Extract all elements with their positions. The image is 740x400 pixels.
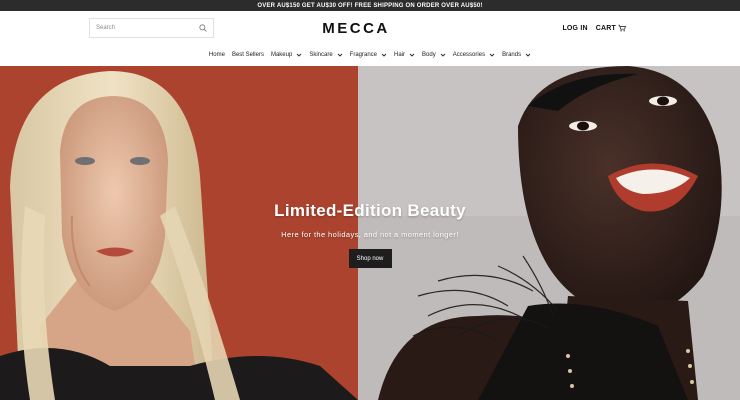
nav-item-accessories[interactable]: Accessories [453,52,495,58]
search-input[interactable]: Search [89,18,214,38]
nav-item-label: Skincare [309,52,333,58]
nav-item-skincare[interactable]: Skincare [309,52,342,58]
cart-link[interactable]: CART [596,24,626,32]
shop-now-button[interactable]: Shop now [348,249,392,268]
chevron-down-icon [525,52,531,58]
site-header: Search MECCA LOG IN CART Home Best Selle… [0,11,740,66]
cart-icon [618,24,626,32]
login-link[interactable]: LOG IN [562,25,587,32]
chevron-down-icon [337,52,343,58]
model-portrait-right [358,66,740,400]
nav-item-home[interactable]: Home [209,52,225,58]
nav-item-label: Best Sellers [231,52,264,58]
nav-item-fragrance[interactable]: Fragrance [350,52,387,58]
nav-item-makeup[interactable]: Makeup [271,52,302,58]
nav-item-body[interactable]: Body [422,52,446,58]
nav-item-label: Body [422,52,436,58]
brand-logo[interactable]: MECCA [310,18,402,38]
chevron-down-icon [296,52,302,58]
hero-banner: Limited-Edition Beauty Here for the holi… [0,66,740,400]
nav-item-label: Makeup [270,52,293,58]
chevron-down-icon [381,52,387,58]
promo-banner: OVER AU$150 GET AU$30 OFF! FREE SHIPPING… [0,0,740,11]
account-links: LOG IN CART [562,21,626,35]
hero-image-left [0,66,358,400]
nav-item-label: Hair [394,52,406,58]
nav-item-best-sellers[interactable]: Best Sellers [232,52,264,58]
nav-item-brands[interactable]: Brands [502,52,531,58]
chevron-down-icon [409,52,415,58]
nav-item-label: Fragrance [349,52,378,58]
chevron-down-icon [489,52,495,58]
search-icon[interactable] [198,24,207,33]
nav-item-hair[interactable]: Hair [394,52,415,58]
search-placeholder: Search [96,25,116,31]
cart-label: CART [595,24,616,32]
nav-item-label: Brands [502,52,522,58]
hero-image-right [358,66,740,400]
chevron-down-icon [440,52,446,58]
nav-item-label: Home [208,52,225,58]
model-portrait-left [0,66,358,400]
promo-text: OVER AU$150 GET AU$30 OFF! FREE SHIPPING… [257,2,483,9]
nav-item-label: Accessories [452,52,486,58]
main-nav: Home Best Sellers Makeup Skincare Fragra… [0,48,740,62]
